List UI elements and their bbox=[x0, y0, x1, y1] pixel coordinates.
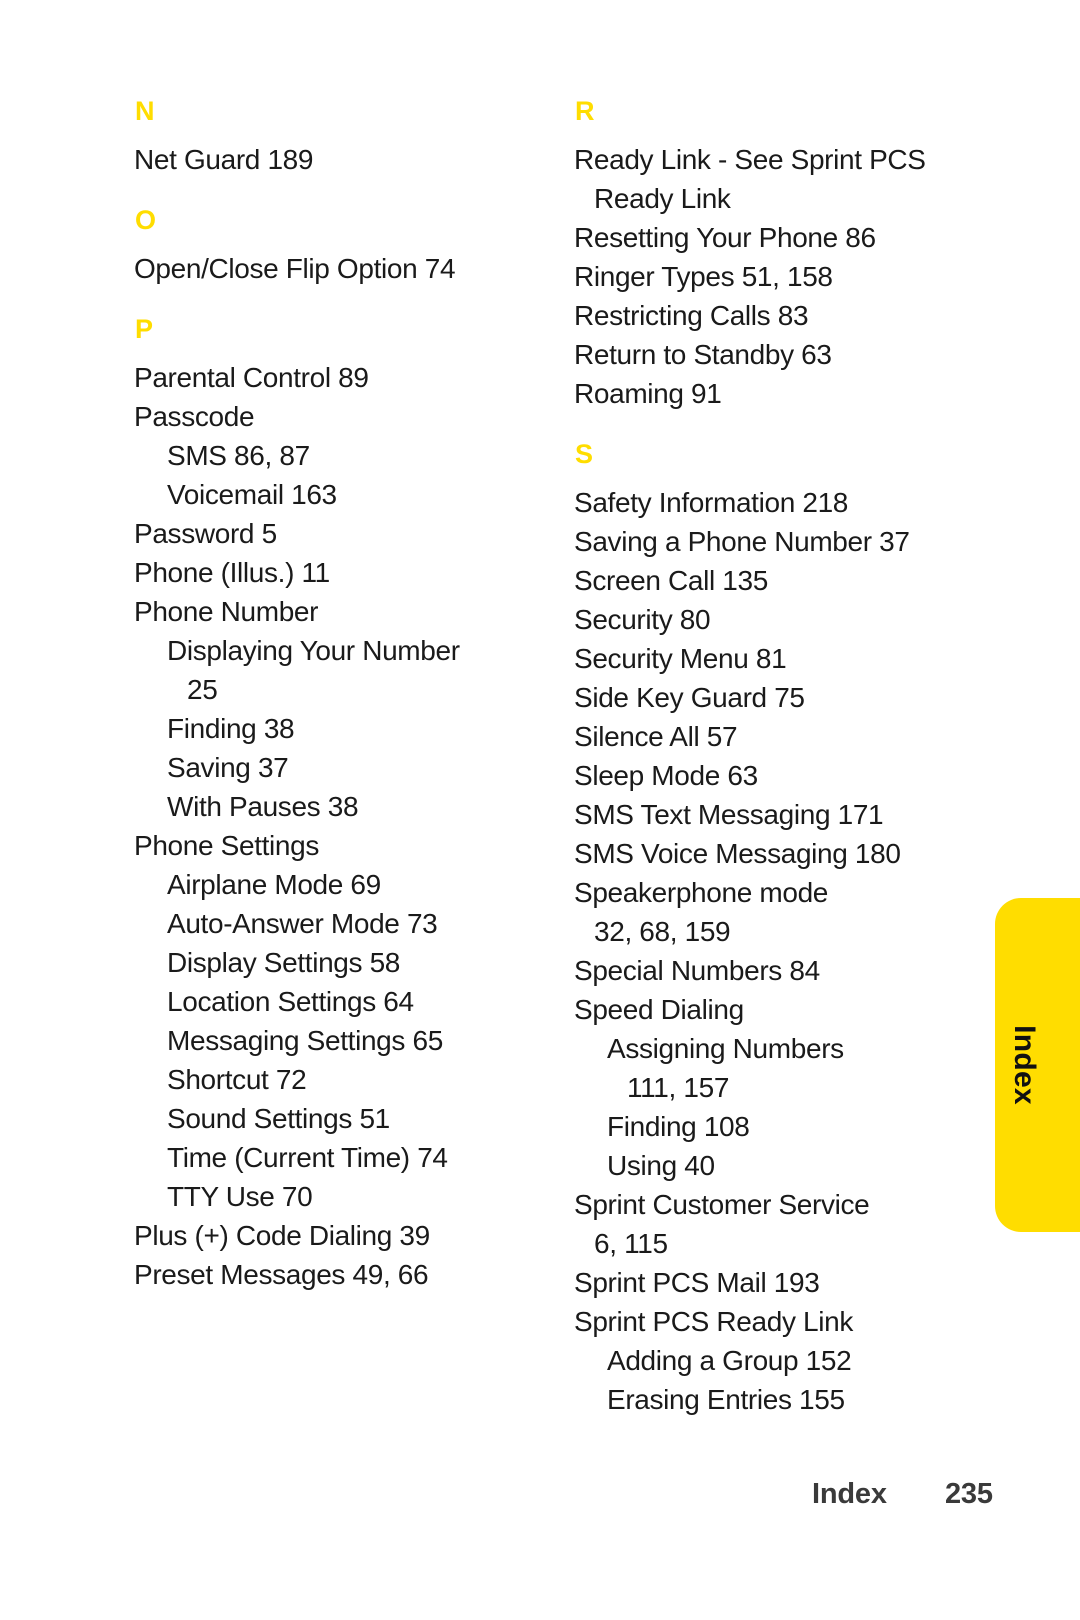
index-entry: Speed Dialing bbox=[574, 994, 744, 1025]
index-entry: Special Numbers 84 bbox=[574, 955, 820, 986]
index-entry: Display Settings 58 bbox=[167, 947, 401, 978]
footer-section-label: Index bbox=[812, 1478, 887, 1510]
index-entry: 111, 157 bbox=[627, 1072, 730, 1103]
index-entry: Sprint Customer Service bbox=[574, 1189, 870, 1220]
index-entry: Password 5 bbox=[134, 518, 277, 549]
index-entry: Screen Call 135 bbox=[574, 565, 768, 596]
index-entry: SMS 86, 87 bbox=[167, 440, 310, 471]
index-entry: Saving 37 bbox=[167, 752, 289, 783]
index-entry: Net Guard 189 bbox=[134, 144, 314, 175]
index-letter-heading-o: O bbox=[135, 205, 157, 235]
index-entry: Roaming 91 bbox=[574, 378, 722, 409]
index-entry: Plus (+) Code Dialing 39 bbox=[134, 1220, 430, 1251]
index-entry: With Pauses 38 bbox=[167, 791, 359, 822]
index-entry: Sleep Mode 63 bbox=[574, 760, 758, 791]
index-entry: Safety Information 218 bbox=[574, 487, 849, 518]
page-footer: Index 235 bbox=[0, 1478, 1080, 1518]
index-entry: Security 80 bbox=[574, 604, 711, 635]
index-entry: Parental Control 89 bbox=[134, 362, 369, 393]
side-thumb-tab-index: Index bbox=[995, 898, 1080, 1232]
index-entry: Sprint PCS Ready Link bbox=[574, 1306, 854, 1337]
index-letter-heading-n: N bbox=[135, 96, 155, 126]
index-entry: Finding 108 bbox=[607, 1111, 750, 1142]
index-entry: Location Settings 64 bbox=[167, 986, 414, 1017]
index-entry: Silence All 57 bbox=[574, 721, 738, 752]
index-entry: 32, 68, 159 bbox=[594, 916, 731, 947]
index-entry: Resetting Your Phone 86 bbox=[574, 222, 876, 253]
index-entry: Voicemail 163 bbox=[167, 479, 337, 510]
index-entry: Ready Link - See Sprint PCS bbox=[574, 144, 926, 175]
index-entry: 25 bbox=[187, 674, 218, 705]
index-column-right: R Ready Link - See Sprint PCS Ready Link Re… bbox=[574, 96, 974, 1419]
index-entry: 6, 115 bbox=[594, 1228, 668, 1259]
index-entry: Using 40 bbox=[607, 1150, 715, 1181]
index-entry: Security Menu 81 bbox=[574, 643, 787, 674]
index-entry: TTY Use 70 bbox=[167, 1181, 313, 1212]
index-entry: Passcode bbox=[134, 401, 255, 432]
index-entry: Time (Current Time) 74 bbox=[167, 1142, 448, 1173]
index-column-left: N Net Guard 189 O Open/Close Flip Option 74… bbox=[134, 96, 534, 1294]
index-entry: Open/Close Flip Option 74 bbox=[134, 253, 456, 284]
index-entry: Displaying Your Number bbox=[167, 635, 460, 666]
index-letter-heading-p: P bbox=[135, 314, 154, 344]
index-entry: Messaging Settings 65 bbox=[167, 1025, 443, 1056]
index-entry: Side Key Guard 75 bbox=[574, 682, 805, 713]
index-entry: Saving a Phone Number 37 bbox=[574, 526, 910, 557]
index-entry: Phone Settings bbox=[134, 830, 320, 861]
index-entry: Airplane Mode 69 bbox=[167, 869, 381, 900]
index-page: Index N Net Guard 189 O Open/Close Flip Opt… bbox=[0, 0, 1080, 1620]
index-entry: Restricting Calls 83 bbox=[574, 300, 809, 331]
index-entry: Ready Link bbox=[594, 183, 731, 214]
footer-page-number: 235 bbox=[945, 1478, 993, 1510]
index-entry: SMS Voice Messaging 180 bbox=[574, 838, 901, 869]
index-entry: Adding a Group 152 bbox=[607, 1345, 852, 1376]
index-entry: Assigning Numbers bbox=[607, 1033, 844, 1064]
index-entry: Erasing Entries 155 bbox=[607, 1384, 845, 1415]
index-letter-heading-s: S bbox=[575, 439, 594, 469]
index-entry: Auto-Answer Mode 73 bbox=[167, 908, 438, 939]
index-entry: Phone (Illus.) 11 bbox=[134, 557, 330, 588]
index-entry: Preset Messages 49, 66 bbox=[134, 1259, 429, 1290]
index-entry: Finding 38 bbox=[167, 713, 295, 744]
index-entry: Return to Standby 63 bbox=[574, 339, 832, 370]
index-entry: Shortcut 72 bbox=[167, 1064, 307, 1095]
index-entry: Sound Settings 51 bbox=[167, 1103, 390, 1134]
index-entry: Phone Number bbox=[134, 596, 319, 627]
index-entry: Speakerphone mode bbox=[574, 877, 829, 908]
index-entry: Ringer Types 51, 158 bbox=[574, 261, 833, 292]
side-thumb-tab-label: Index bbox=[1008, 1025, 1041, 1105]
index-entry: SMS Text Messaging 171 bbox=[574, 799, 884, 830]
index-entry: Sprint PCS Mail 193 bbox=[574, 1267, 820, 1298]
index-letter-heading-r: R bbox=[575, 96, 595, 126]
